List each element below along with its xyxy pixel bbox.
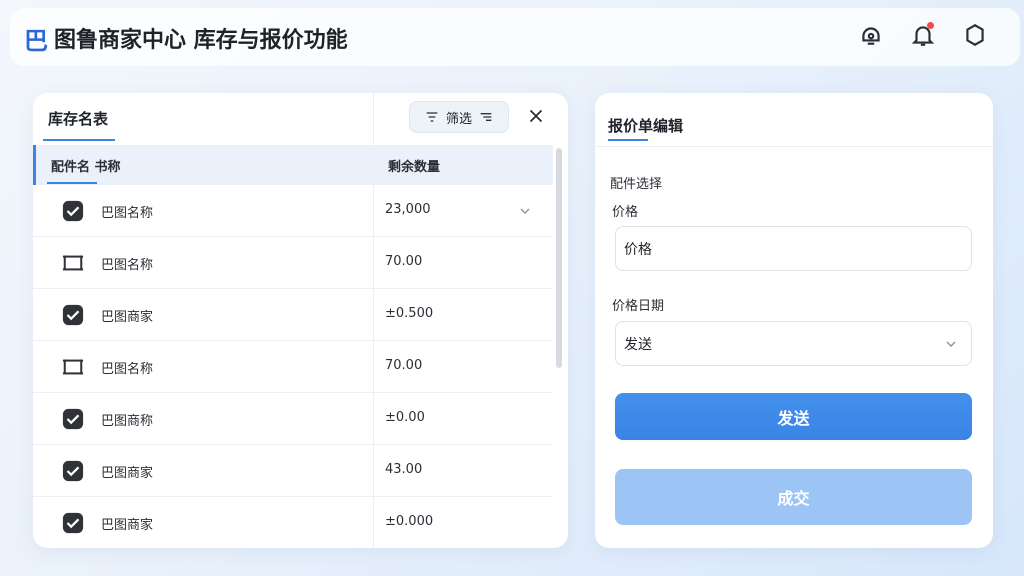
column-header-name[interactable]: 配件名 书称 xyxy=(51,156,121,175)
scrollbar[interactable] xyxy=(556,148,562,368)
price-input[interactable]: 价格 xyxy=(615,226,972,271)
row-name: 巴图名称 xyxy=(101,362,154,377)
inventory-header: 库存名表 筛选 xyxy=(33,93,568,143)
filter-label: 筛选 xyxy=(445,111,472,127)
hexagon-icon[interactable] xyxy=(962,22,988,48)
row-name: 巴图名称 xyxy=(101,206,154,221)
checkbox-unchecked-icon[interactable] xyxy=(62,252,84,274)
row-name: 巴图名称 xyxy=(101,258,154,273)
filter-button[interactable]: 筛选 xyxy=(409,101,509,133)
close-icon[interactable] xyxy=(525,105,547,127)
inventory-rows: 巴图名称 23,000 巴图名称 70.00 巴图商家 ±0.500 巴图名称 70.00 巴图… xyxy=(33,185,553,548)
quote-panel: 报价单编辑 配件选择 价格 价格 价格日期 发送 发送 成交 xyxy=(595,93,993,548)
table-row[interactable]: 巴图商家 43.00 xyxy=(33,445,553,497)
table-row[interactable]: 巴图商家 ±0.500 xyxy=(33,289,553,341)
section-label: 配件选择 xyxy=(610,177,663,192)
checkbox-checked-icon[interactable] xyxy=(62,200,84,222)
chevron-down-icon xyxy=(946,341,956,347)
table-header: 配件名 书称 剩余数量 xyxy=(33,145,553,185)
row-quantity: 43.00 xyxy=(385,462,423,477)
table-row[interactable]: 巴图名称 70.00 xyxy=(33,237,553,289)
send-button-label: 发送 xyxy=(777,408,810,428)
brand-logo: 巴 xyxy=(24,26,48,55)
row-quantity: ±0.500 xyxy=(385,306,434,321)
send-button[interactable]: 发送 xyxy=(615,393,972,440)
row-name: 巴图商称 xyxy=(101,414,154,429)
page-title-text: 图鲁商家中心 库存与报价功能 xyxy=(54,28,348,53)
inventory-panel: 库存名表 筛选 配件名 书称 剩余数量 巴图名称 23,000 巴图名称 70.00 巴… xyxy=(33,93,568,548)
column-header-quantity[interactable]: 剩余数量 xyxy=(388,156,440,175)
notification-dot xyxy=(927,22,934,29)
filter-icon xyxy=(426,112,438,122)
support-icon[interactable] xyxy=(858,22,884,48)
table-row[interactable]: 巴图名称 23,000 xyxy=(33,185,553,237)
price-input-value: 价格 xyxy=(624,242,652,258)
period-select-value: 发送 xyxy=(624,337,652,353)
table-row[interactable]: 巴图商家 ±0.000 xyxy=(33,497,553,548)
period-label: 价格日期 xyxy=(612,299,665,314)
checkbox-checked-icon[interactable] xyxy=(62,408,84,430)
table-row[interactable]: 巴图商称 ±0.00 xyxy=(33,393,553,445)
deal-button[interactable]: 成交 xyxy=(615,469,972,525)
row-quantity: 70.00 xyxy=(385,254,423,269)
row-quantity: ±0.00 xyxy=(385,410,425,425)
period-select[interactable]: 发送 xyxy=(615,321,972,366)
row-quantity: ±0.000 xyxy=(385,514,434,529)
inventory-title: 库存名表 xyxy=(48,110,109,128)
checkbox-checked-icon[interactable] xyxy=(62,304,84,326)
chevron-down-icon[interactable] xyxy=(517,203,533,219)
table-row[interactable]: 巴图名称 70.00 xyxy=(33,341,553,393)
title-underline xyxy=(43,139,115,141)
row-quantity: 70.00 xyxy=(385,358,423,373)
deal-button-label: 成交 xyxy=(777,489,810,508)
checkbox-checked-icon[interactable] xyxy=(62,512,84,534)
quote-title-underline xyxy=(608,139,648,141)
row-name: 巴图商家 xyxy=(101,310,154,325)
page-title: 巴 图鲁商家中心 库存与报价功能 xyxy=(24,18,348,58)
quote-title: 报价单编辑 xyxy=(608,117,684,135)
bell-icon[interactable] xyxy=(910,22,936,48)
row-quantity: 23,000 xyxy=(385,202,431,217)
sort-icon xyxy=(480,113,492,121)
price-label: 价格 xyxy=(612,205,639,220)
quote-divider xyxy=(595,146,993,147)
row-name: 巴图商家 xyxy=(101,466,154,481)
header-underline xyxy=(47,182,97,184)
row-name: 巴图商家 xyxy=(101,518,154,533)
checkbox-checked-icon[interactable] xyxy=(62,460,84,482)
top-icons xyxy=(858,22,988,48)
checkbox-unchecked-icon[interactable] xyxy=(62,356,84,378)
